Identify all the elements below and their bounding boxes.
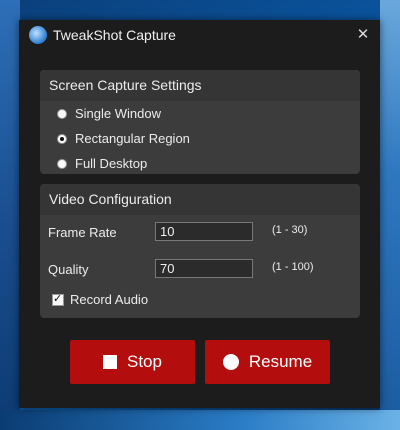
- resume-button-label: Resume: [248, 352, 313, 371]
- radio-indicator[interactable]: [57, 108, 67, 119]
- radio-rectangular-region[interactable]: Rectangular Region: [57, 131, 190, 146]
- record-circle-icon: [222, 354, 239, 370]
- stop-button[interactable]: Stop: [70, 340, 195, 384]
- radio-label: Single Window: [75, 106, 161, 121]
- record-audio-label: Record Audio: [70, 292, 149, 307]
- close-button[interactable]: ✕: [352, 24, 374, 46]
- quality-label: Quality: [48, 262, 89, 277]
- radio-single-window[interactable]: Single Window: [57, 106, 161, 121]
- screen-capture-settings-heading: Screen Capture Settings: [40, 70, 360, 101]
- stop-icon: [103, 355, 117, 369]
- screen-capture-settings-panel: Screen Capture Settings Single Window Re…: [40, 70, 360, 174]
- quality-input[interactable]: [155, 259, 253, 278]
- desktop-background-right: [380, 0, 400, 430]
- radio-indicator[interactable]: [57, 133, 67, 144]
- desktop-background-left: [0, 0, 20, 430]
- frame-rate-input[interactable]: [155, 222, 253, 241]
- frame-rate-label: Frame Rate: [48, 225, 117, 240]
- record-audio-checkbox[interactable]: ✓: [52, 292, 64, 306]
- stop-button-label: Stop: [127, 352, 162, 371]
- radio-indicator[interactable]: [57, 158, 67, 169]
- record-audio-checkbox-row[interactable]: ✓ Record Audio: [52, 292, 148, 307]
- quality-range: (1 - 100): [272, 261, 314, 273]
- radio-full-desktop[interactable]: Full Desktop: [57, 156, 147, 171]
- close-icon: ✕: [356, 26, 370, 43]
- desktop-background-bottom: [0, 410, 400, 430]
- video-configuration-heading: Video Configuration: [40, 184, 360, 215]
- radio-label: Rectangular Region: [75, 131, 190, 146]
- frame-rate-range: (1 - 30): [272, 224, 308, 236]
- radio-label: Full Desktop: [75, 156, 148, 171]
- resume-button[interactable]: Resume: [205, 340, 330, 384]
- title-bar[interactable]: TweakShot Capture ✕: [19, 20, 380, 50]
- app-camera-icon: [29, 26, 47, 44]
- tweakshot-capture-window: TweakShot Capture ✕ Screen Capture Setti…: [19, 20, 380, 408]
- video-configuration-panel: Video Configuration Frame Rate (1 - 30) …: [40, 184, 360, 318]
- window-title: TweakShot Capture: [53, 27, 176, 43]
- checkmark-icon: ✓: [53, 292, 63, 305]
